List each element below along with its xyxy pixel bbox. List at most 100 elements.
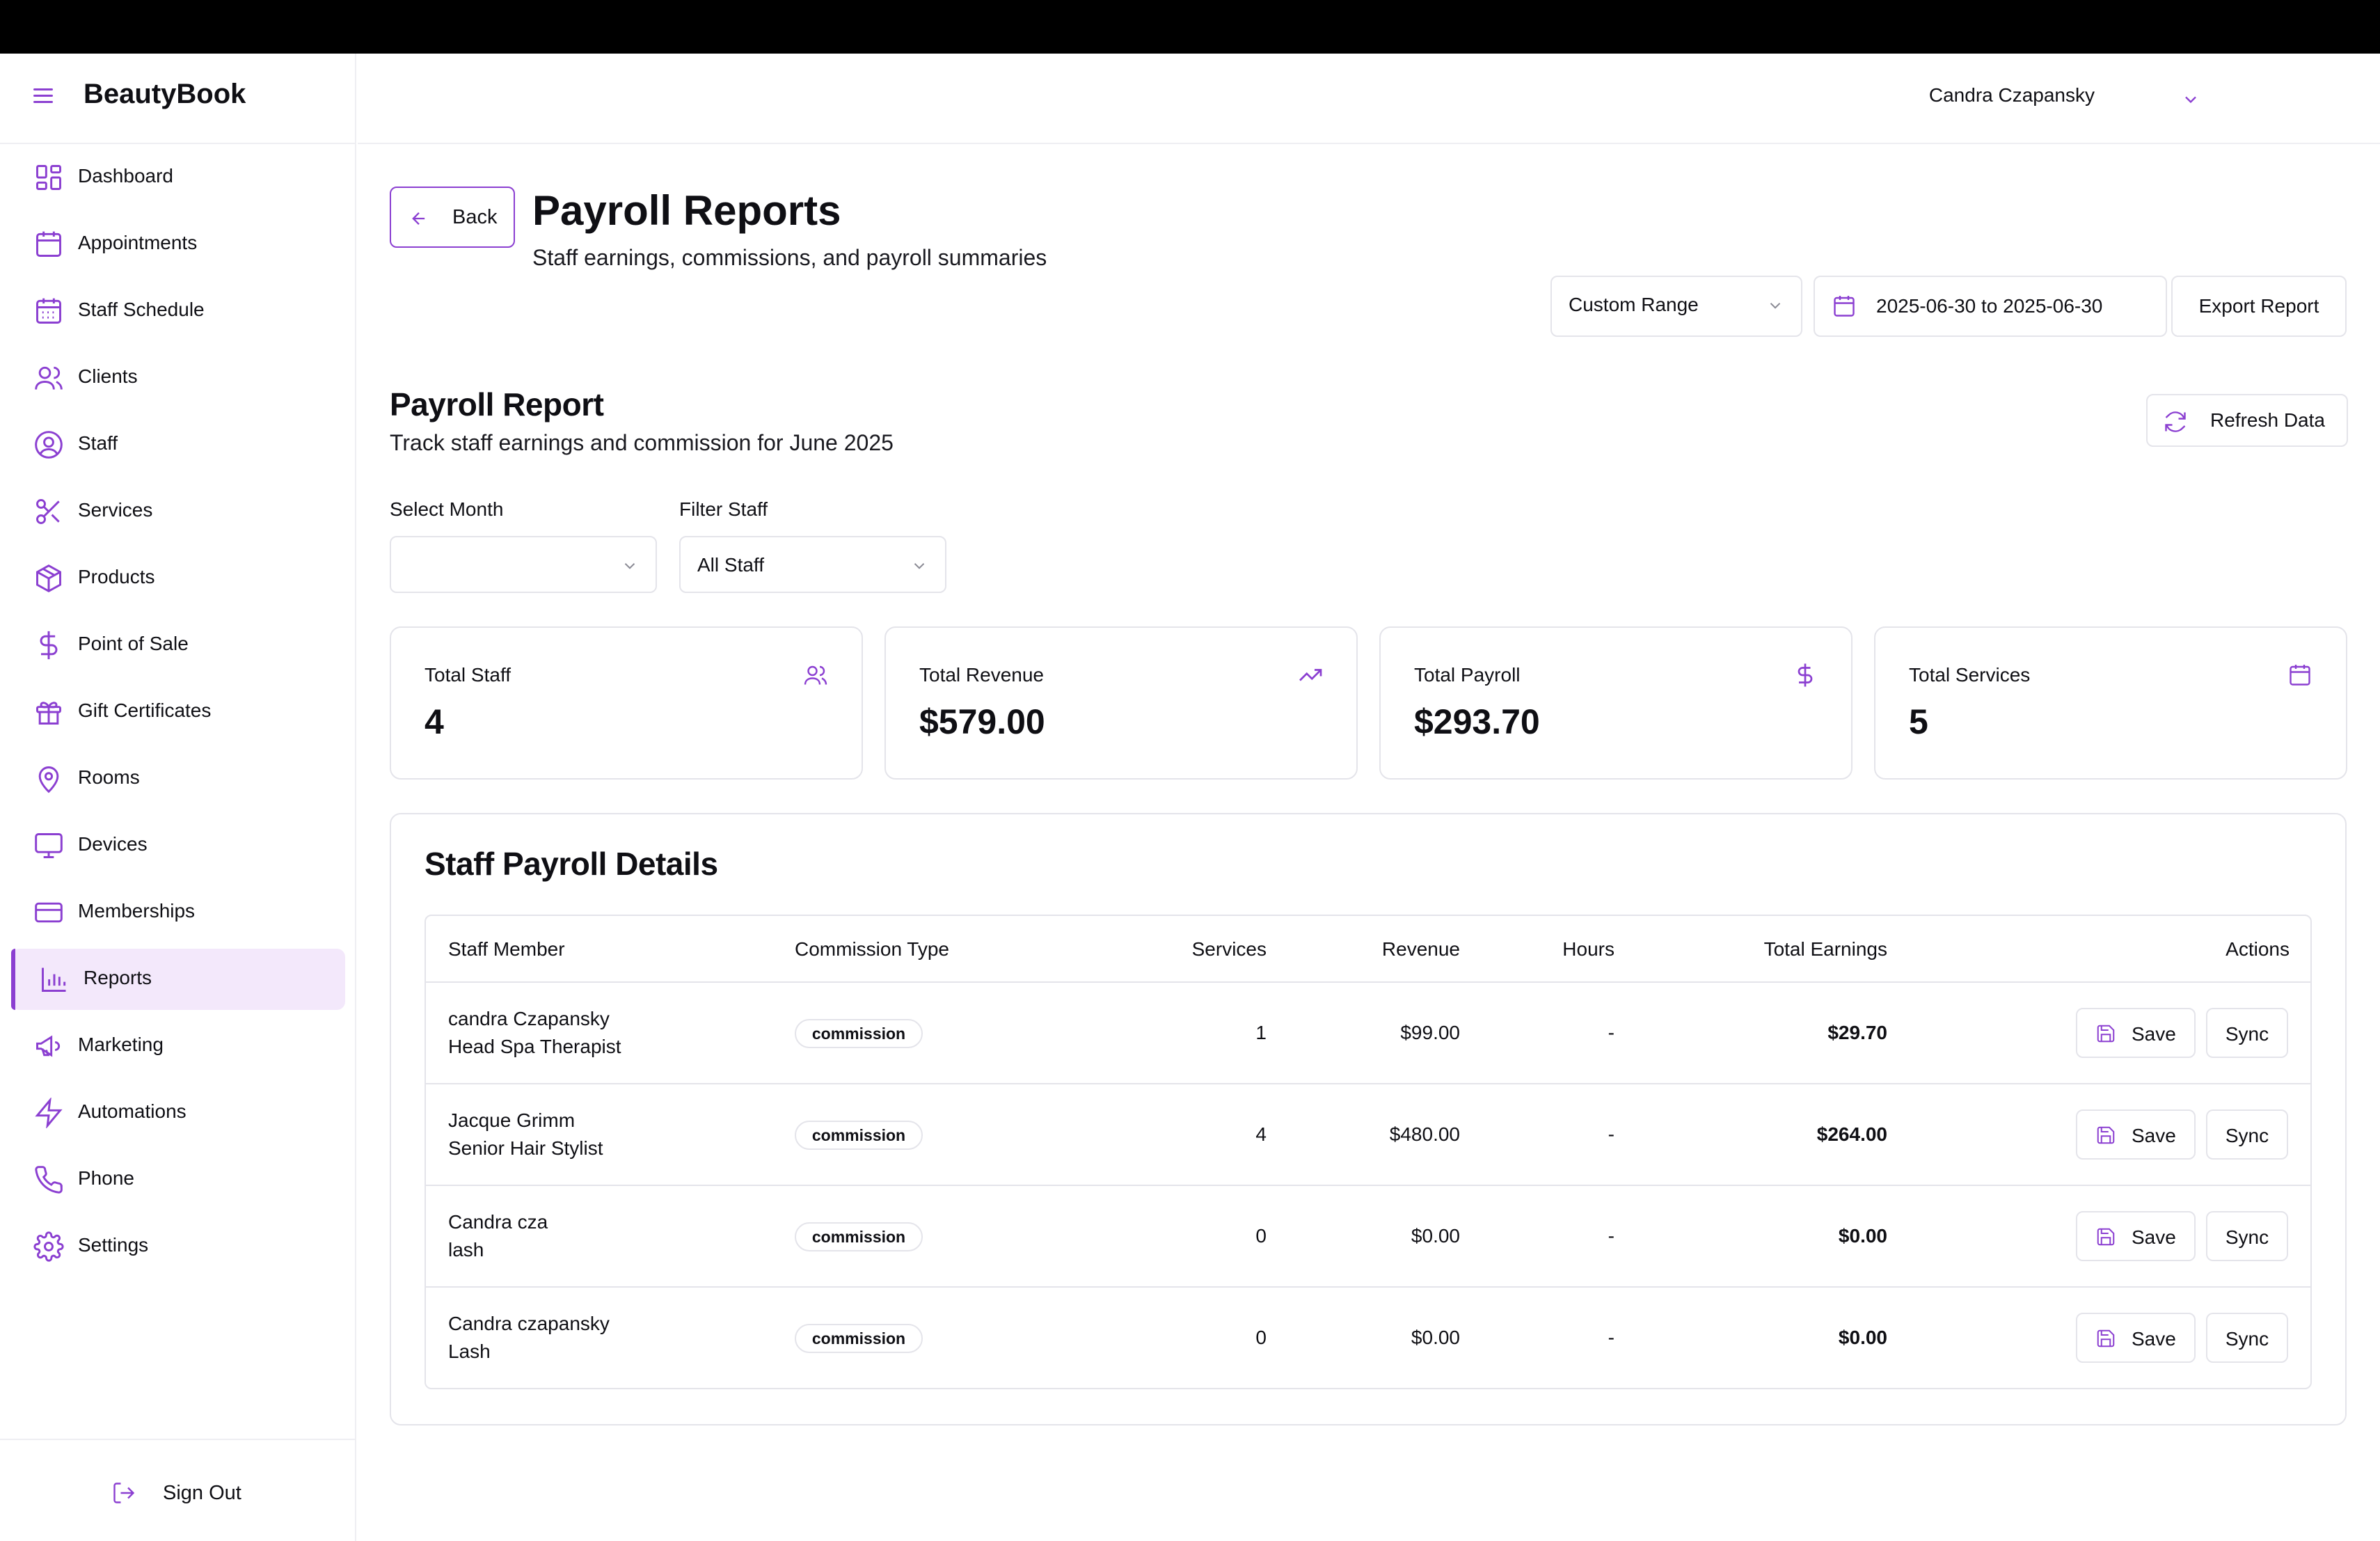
sync-button[interactable]: Sync [2206, 1211, 2288, 1261]
user-name: Candra Czapansky [1928, 84, 2095, 106]
column-header-staff-member: Staff Member [448, 938, 565, 960]
commission-badge: commission [795, 1222, 923, 1251]
refresh-icon [2165, 411, 2186, 432]
stat-label: Total Staff [425, 664, 511, 686]
chevron-down-icon [914, 563, 925, 569]
sidebar-item-products[interactable]: Products [11, 548, 345, 609]
sidebar-item-label: Marketing [78, 1034, 164, 1055]
total-earnings-value: $264.00 [1816, 1123, 1887, 1145]
avatar[interactable] [2125, 80, 2161, 116]
sidebar-item-services[interactable]: Services [11, 481, 345, 542]
refresh-data-button[interactable]: Refresh Data [2146, 394, 2348, 447]
column-header-actions: Actions [2226, 938, 2290, 960]
brand-bar: BeautyBook [0, 54, 355, 144]
chevron-down-icon[interactable] [2181, 90, 2200, 109]
sidebar-item-dashboard[interactable]: Dashboard [11, 147, 345, 208]
hamburger-menu-icon[interactable] [33, 88, 53, 105]
sidebar-item-point-of-sale[interactable]: Point of Sale [11, 615, 345, 676]
hours-value: - [1608, 1022, 1615, 1043]
sync-label: Sync [2225, 1125, 2269, 1146]
save-button[interactable]: Save [2076, 1109, 2196, 1160]
chevron-down-icon [624, 563, 635, 569]
filter-staff-dropdown[interactable]: All Staff [679, 536, 946, 593]
sidebar-item-appointments[interactable]: Appointments [11, 214, 345, 275]
report-subtitle: Track staff earnings and commission for … [390, 430, 894, 455]
staff-role: Lash [448, 1341, 491, 1362]
sidebar-item-label: Products [78, 566, 155, 587]
table-divider [426, 981, 2310, 983]
save-label: Save [2132, 1328, 2176, 1350]
hours-value: - [1608, 1327, 1615, 1348]
log-out-icon [113, 1483, 135, 1503]
range-select-value: Custom Range [1569, 294, 1699, 315]
sidebar-item-label: Rooms [78, 766, 140, 788]
save-label: Save [2132, 1023, 2176, 1045]
stat-value: $293.70 [1414, 702, 1540, 741]
save-button[interactable]: Save [2076, 1313, 2196, 1363]
sidebar-item-devices[interactable]: Devices [11, 815, 345, 876]
sidebar-item-rooms[interactable]: Rooms [11, 748, 345, 809]
staff-name: candra Czapansky [448, 1008, 610, 1029]
save-button[interactable]: Save [2076, 1008, 2196, 1058]
sidebar-item-label: Point of Sale [78, 633, 189, 654]
sync-button[interactable]: Sync [2206, 1008, 2288, 1058]
zap-icon [35, 1098, 63, 1128]
sidebar-item-reports[interactable]: Reports [11, 949, 345, 1010]
stat-card-total-revenue: Total Revenue $579.00 [884, 626, 1358, 780]
sidebar-item-gift-certificates[interactable]: Gift Certificates [11, 681, 345, 743]
table-divider [426, 1185, 2310, 1186]
app-name: BeautyBook [84, 79, 246, 109]
sync-label: Sync [2225, 1226, 2269, 1248]
sidebar-item-memberships[interactable]: Memberships [11, 882, 345, 943]
stat-card-total-payroll: Total Payroll $293.70 [1379, 626, 1853, 780]
column-header-hours: Hours [1562, 938, 1615, 960]
sidebar-item-label: Appointments [78, 232, 198, 253]
staff-name: Candra czapansky [448, 1313, 610, 1334]
sidebar-item-label: Staff Schedule [78, 299, 205, 320]
sidebar-item-settings[interactable]: Settings [11, 1216, 345, 1277]
save-icon [2097, 1329, 2115, 1348]
window-top-bar [0, 0, 2380, 54]
sync-button[interactable]: Sync [2206, 1313, 2288, 1363]
sync-button[interactable]: Sync [2206, 1109, 2288, 1160]
total-earnings-value: $0.00 [1838, 1225, 1887, 1247]
monitor-icon [35, 833, 63, 858]
sidebar-item-automations[interactable]: Automations [11, 1082, 345, 1144]
dollar-icon [40, 631, 58, 660]
export-report-button[interactable]: Export Report [2171, 276, 2347, 337]
save-button[interactable]: Save [2076, 1211, 2196, 1261]
sidebar-item-marketing[interactable]: Marketing [11, 1016, 345, 1077]
date-range-picker[interactable]: 2025-06-30 to 2025-06-30 [1814, 276, 2167, 337]
sidebar-item-phone[interactable]: Phone [11, 1149, 345, 1210]
filter-staff-value: All Staff [697, 554, 764, 576]
sidebar-item-staff[interactable]: Staff [11, 414, 345, 475]
chevron-down-icon [1770, 303, 1781, 309]
sidebar-divider [0, 1439, 355, 1440]
page-title: Payroll Reports [532, 187, 841, 234]
range-select[interactable]: Custom Range [1550, 276, 1802, 337]
stat-label: Total Revenue [919, 664, 1045, 686]
column-header-total-earnings: Total Earnings [1763, 938, 1887, 960]
save-label: Save [2132, 1125, 2176, 1146]
sidebar-item-staff-schedule[interactable]: Staff Schedule [11, 280, 345, 342]
sidebar-item-label: Phone [78, 1167, 134, 1189]
services-count: 4 [1255, 1123, 1267, 1145]
back-button[interactable]: Back [390, 187, 515, 248]
bar-chart-icon [42, 967, 66, 992]
total-earnings-value: $0.00 [1838, 1327, 1887, 1348]
sync-label: Sync [2225, 1328, 2269, 1350]
staff-name: Jacque Grimm [448, 1109, 576, 1131]
calendar-grid-icon [36, 298, 61, 324]
select-month-dropdown[interactable] [390, 536, 657, 593]
stat-card-total-services: Total Services 5 [1874, 626, 2347, 780]
sidebar-item-label: Devices [78, 833, 148, 855]
back-label: Back [452, 206, 498, 228]
phone-icon [35, 1166, 63, 1194]
total-earnings-value: $29.70 [1827, 1022, 1887, 1043]
sidebar-item-label: Clients [78, 365, 138, 387]
map-pin-icon [38, 766, 59, 793]
sidebar-item-clients[interactable]: Clients [11, 347, 345, 409]
stat-value: 5 [1909, 702, 1928, 741]
sign-out-button[interactable]: Sign Out [111, 1473, 251, 1512]
dashboard-icon [36, 165, 61, 190]
